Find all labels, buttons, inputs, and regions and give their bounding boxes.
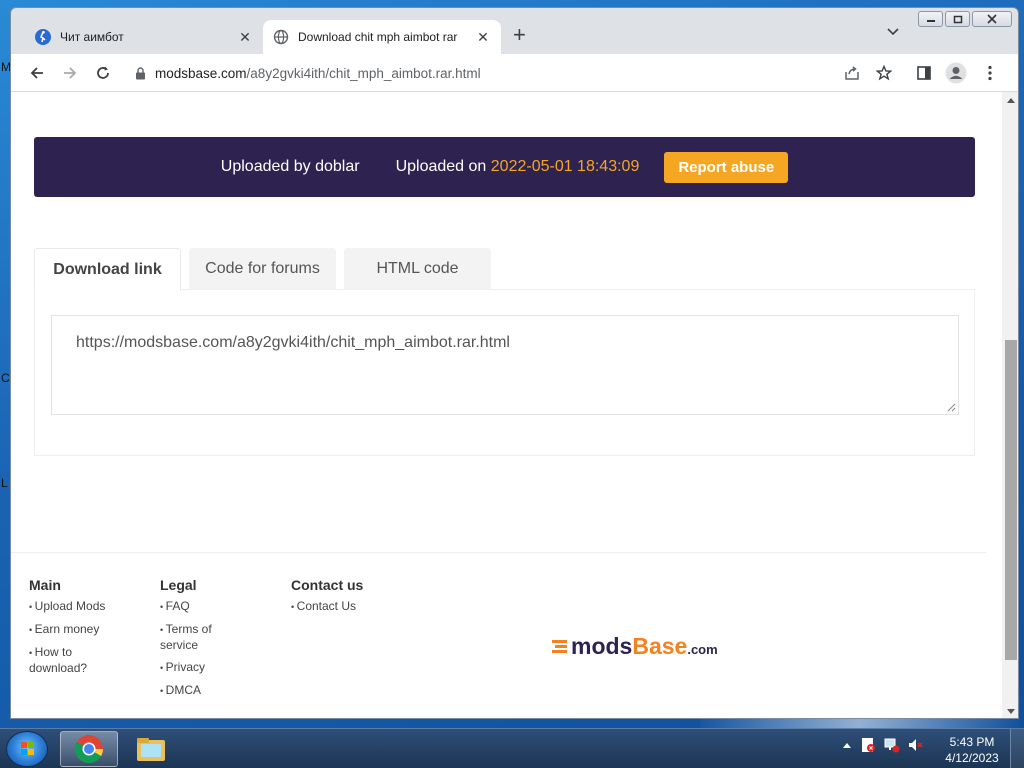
tab-content: https://modsbase.com/a8y2gvki4ith/chit_m… [34,289,975,456]
modsbase-logo[interactable]: mods Base .com [552,633,718,660]
side-panel-button[interactable] [909,58,939,88]
reload-button[interactable] [87,58,119,88]
download-link-textarea[interactable]: https://modsbase.com/a8y2gvki4ith/chit_m… [51,315,959,415]
resize-handle-icon[interactable] [947,403,956,412]
footer-column-legal: Legal FAQ Terms of service Privacy DMCA [160,577,260,706]
more-vertical-icon [988,65,992,81]
tab-strip: Чит аимбот ✕ Download chit mph aimbot ra… [11,8,1018,54]
footer-link[interactable]: How to download? [29,645,109,676]
taskbar-chrome[interactable] [60,731,118,767]
footer-column-main: Main Upload Mods Earn money How to downl… [29,577,139,683]
address-bar[interactable]: modsbase.com/a8y2gvki4ith/chit_mph_aimbo… [125,58,895,88]
side-panel-icon [917,66,931,80]
tab-code-for-forums[interactable]: Code for forums [189,248,336,290]
action-center-icon[interactable] [860,737,876,753]
footer-link[interactable]: Contact Us [291,599,411,615]
share-icon [845,66,859,80]
system-tray [842,737,924,753]
clock-date: 4/12/2023 [945,751,999,765]
logo-text-com: .com [687,642,718,657]
tab-close-icon[interactable]: ✕ [475,29,491,46]
browser-window: Чит аимбот ✕ Download chit mph aimbot ra… [10,7,1019,719]
forward-button[interactable] [54,58,86,88]
footer-link[interactable]: Earn money [29,622,139,638]
page-viewport: Uploaded by doblar Uploaded on 2022-05-0… [11,92,1018,718]
tab-download-link[interactable]: Download link [34,248,181,291]
footer-link[interactable]: Privacy [160,660,260,676]
new-tab-button[interactable]: + [513,24,526,46]
logo-bars-icon [552,640,567,653]
windows-taskbar: 5:43 PM 4/12/2023 [0,728,1024,768]
uploaded-on-label: Uploaded on [395,158,487,175]
desktop-icon-label[interactable]: L [1,476,8,490]
clock-time: 5:43 PM [949,735,995,749]
show-desktop-button[interactable] [1010,729,1024,768]
scroll-up-arrow-icon[interactable] [1006,96,1016,104]
avatar-icon [945,62,967,84]
logo-text-base: Base [632,633,688,659]
globe-icon [273,29,289,45]
windows-logo-icon [21,742,34,755]
lock-icon[interactable] [135,66,146,80]
footer-column-contact: Contact us Contact Us [291,577,411,622]
back-button[interactable] [21,58,53,88]
arrow-right-icon [64,66,77,79]
profile-button[interactable] [941,58,971,88]
site-footer: Main Upload Mods Earn money How to downl… [11,552,986,697]
reload-icon [97,66,109,79]
browser-tab-1[interactable]: Чит аимбот ✕ [25,20,263,54]
url-domain: modsbase.com [155,65,247,81]
chrome-icon [75,735,103,764]
report-abuse-button[interactable]: Report abuse [664,151,789,183]
show-hidden-icons-icon[interactable] [842,741,852,749]
scroll-down-arrow-icon[interactable] [1006,708,1016,716]
taskbar-clock[interactable]: 5:43 PM 4/12/2023 [942,734,1002,766]
desktop-icon-label[interactable]: C [1,371,10,385]
arrow-left-icon [30,66,43,79]
footer-link[interactable]: FAQ [160,599,260,615]
folder-icon [137,738,165,761]
bookmark-button[interactable] [869,58,899,88]
tab-html-code[interactable]: HTML code [344,248,491,290]
share-button[interactable] [837,58,867,88]
uploaded-by-text: Uploaded by doblar [220,158,360,175]
uploaded-on-date: 2022-05-01 18:43:09 [490,158,640,175]
site-favicon-icon [35,29,51,45]
footer-link[interactable]: Terms of service [160,622,235,653]
tab-title: Чит аимбот [60,30,124,44]
taskbar-explorer[interactable] [122,731,180,767]
footer-heading: Contact us [291,577,364,593]
footer-link[interactable]: DMCA [160,683,260,699]
footer-heading: Main [29,577,61,593]
tab-title: Download chit mph aimbot rar [298,30,458,44]
star-icon [876,65,892,81]
page-scrollbar[interactable] [1002,92,1018,718]
network-icon[interactable] [884,737,900,753]
url-text[interactable]: modsbase.com/a8y2gvki4ith/chit_mph_aimbo… [155,66,481,81]
footer-link[interactable]: Upload Mods [29,599,139,615]
start-button[interactable] [6,731,48,767]
download-link-text: https://modsbase.com/a8y2gvki4ith/chit_m… [76,334,510,351]
footer-heading: Legal [160,577,197,593]
chevron-down-icon[interactable] [887,28,899,36]
logo-text-mods: mods [571,633,633,659]
scroll-thumb[interactable] [1005,340,1017,660]
browser-tab-2[interactable]: Download chit mph aimbot rar ✕ [263,20,501,54]
volume-icon[interactable] [908,737,924,753]
browser-toolbar: modsbase.com/a8y2gvki4ith/chit_mph_aimbo… [11,54,1018,92]
upload-info-banner: Uploaded by doblar Uploaded on 2022-05-0… [34,137,975,197]
url-path: /a8y2gvki4ith/chit_mph_aimbot.rar.html [246,65,481,81]
menu-button[interactable] [975,58,1005,88]
tab-close-icon[interactable]: ✕ [237,29,253,46]
